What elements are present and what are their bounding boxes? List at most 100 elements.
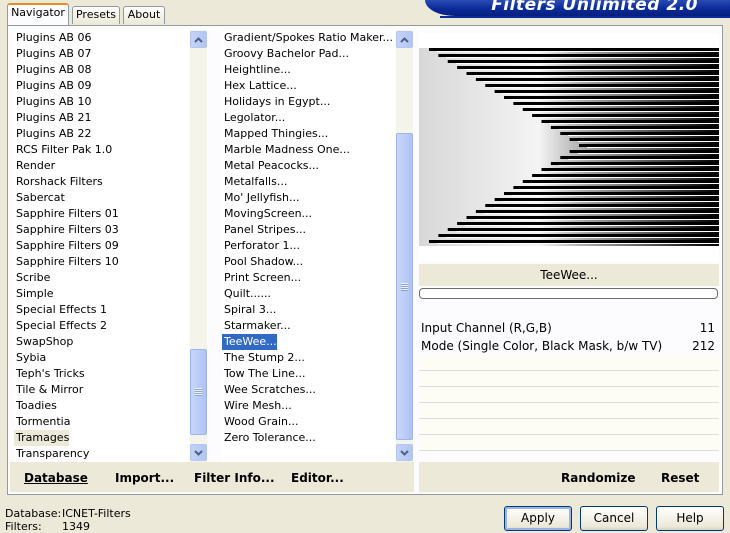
list-item[interactable]: RCS Filter Pak 1.0 <box>14 142 112 158</box>
list-item[interactable]: Tormentia <box>14 414 70 430</box>
list-item[interactable]: Spiral 3... <box>222 302 276 318</box>
list-item[interactable]: Perforator 1... <box>222 238 300 254</box>
list-item[interactable]: Groovy Bachelor Pad... <box>222 46 349 62</box>
list-item[interactable]: TeeWee... <box>222 334 277 350</box>
scroll-up-button[interactable] <box>190 31 207 48</box>
param-name: Input Channel (R,G,B) <box>421 321 552 335</box>
param-value: 11 <box>699 321 715 335</box>
scroll-thumb[interactable] <box>190 349 207 435</box>
category-scrollbar[interactable] <box>190 30 207 462</box>
status-database: Database: ICNET-Filters <box>5 507 131 520</box>
param-row-empty[interactable] <box>419 372 719 387</box>
list-item[interactable]: Plugins AB 07 <box>14 46 91 62</box>
list-item[interactable]: Gradient/Spokes Ratio Maker... <box>222 30 393 46</box>
list-item[interactable]: Mo' Jellyfish... <box>222 190 300 206</box>
tab-navigator[interactable]: Navigator <box>7 3 69 25</box>
selected-filter-name: TeeWee... <box>419 264 719 286</box>
filter-list[interactable]: Gradient/Spokes Ratio Maker... Groovy Bac… <box>222 30 395 462</box>
list-item[interactable]: Starmaker... <box>222 318 291 334</box>
list-item[interactable]: Tile & Mirror <box>14 382 83 398</box>
param-row-empty[interactable] <box>419 436 719 451</box>
list-item[interactable]: Tow The Line... <box>222 366 305 382</box>
randomize-button[interactable]: Randomize <box>561 470 635 486</box>
list-item[interactable]: Simple <box>14 286 54 302</box>
grip-icon <box>401 282 408 291</box>
list-item[interactable]: Holidays in Egypt... <box>222 94 330 110</box>
param-row[interactable]: Input Channel (R,G,B) 11 <box>419 319 719 337</box>
list-item[interactable]: Plugins AB 22 <box>14 126 91 142</box>
chevron-down-icon <box>194 449 203 456</box>
app-title-banner: Filters Unlimited 2.0 <box>425 0 730 16</box>
banner-underline <box>440 16 730 18</box>
list-item[interactable]: Wood Grain... <box>222 414 298 430</box>
list-item[interactable]: Teph's Tricks <box>14 366 85 382</box>
app-title: Filters Unlimited 2.0 <box>491 0 698 15</box>
status-filters: Filters: 1349 <box>5 520 90 533</box>
tab-about[interactable]: About <box>123 6 165 24</box>
status-database-value: ICNET-Filters <box>62 507 131 520</box>
scroll-thumb[interactable] <box>396 133 413 440</box>
reset-button[interactable]: Reset <box>661 470 699 486</box>
list-item[interactable]: Marble Madness One... <box>222 142 350 158</box>
list-item[interactable]: Plugins AB 10 <box>14 94 91 110</box>
param-row[interactable]: Mode (Single Color, Black Mask, b/w TV) … <box>419 337 719 355</box>
chevron-up-icon <box>194 36 203 43</box>
filter-scrollbar[interactable] <box>396 30 413 462</box>
list-item[interactable]: Mapped Thingies... <box>222 126 328 142</box>
import-button[interactable]: Import... <box>115 470 174 486</box>
list-item[interactable]: Special Effects 2 <box>14 318 107 334</box>
scroll-down-button[interactable] <box>190 444 207 461</box>
help-button[interactable]: Help <box>656 506 724 531</box>
list-item[interactable]: Sapphire Filters 01 <box>14 206 119 222</box>
cancel-button[interactable]: Cancel <box>580 506 648 531</box>
list-item[interactable]: Metal Peacocks... <box>222 158 319 174</box>
param-row-empty[interactable] <box>419 388 719 403</box>
filter-info-button[interactable]: Filter Info... <box>194 470 275 486</box>
list-item[interactable]: Quilt...... <box>222 286 271 302</box>
list-item[interactable]: Plugins AB 09 <box>14 78 91 94</box>
list-item[interactable]: Zero Tolerance... <box>222 430 316 446</box>
scroll-down-button[interactable] <box>396 444 413 461</box>
list-item[interactable]: Metalfalls... <box>222 174 287 190</box>
list-item[interactable]: Transparency <box>14 446 89 462</box>
list-item[interactable]: Plugins AB 08 <box>14 62 91 78</box>
list-item[interactable]: Wee Scratches... <box>222 382 316 398</box>
list-item[interactable]: Heightline... <box>222 62 291 78</box>
list-item[interactable]: Hex Lattice... <box>222 78 297 94</box>
list-item[interactable]: Panel Stripes... <box>222 222 306 238</box>
param-row-empty[interactable] <box>419 420 719 435</box>
tab-presets-label: Presets <box>75 8 117 21</box>
scroll-up-button[interactable] <box>396 31 413 48</box>
status-database-label: Database: <box>5 507 62 520</box>
list-item[interactable]: The Stump 2... <box>222 350 305 366</box>
list-item[interactable]: Sybia <box>14 350 46 366</box>
list-item[interactable]: SwapShop <box>14 334 73 350</box>
list-item[interactable]: Toadies <box>14 398 57 414</box>
param-row-empty[interactable] <box>419 356 719 371</box>
list-item[interactable]: Plugins AB 21 <box>14 110 91 126</box>
tab-presets[interactable]: Presets <box>72 6 120 24</box>
list-item[interactable]: Plugins AB 06 <box>14 30 91 46</box>
list-item[interactable]: Sapphire Filters 09 <box>14 238 119 254</box>
list-item[interactable]: Pool Shadow... <box>222 254 303 270</box>
category-list[interactable]: Plugins AB 06 Plugins AB 07 Plugins AB 08 P… <box>14 30 189 462</box>
list-item[interactable]: Wire Mesh... <box>222 398 292 414</box>
param-row-empty[interactable] <box>419 404 719 419</box>
database-button[interactable]: Database <box>24 470 88 486</box>
list-item[interactable]: Print Screen... <box>222 270 301 286</box>
list-item[interactable]: Sapphire Filters 03 <box>14 222 119 238</box>
list-item[interactable]: Sapphire Filters 10 <box>14 254 119 270</box>
editor-button[interactable]: Editor... <box>291 470 344 486</box>
list-item[interactable]: Render <box>14 158 55 174</box>
list-item[interactable]: MovingScreen... <box>222 206 312 222</box>
list-item[interactable]: Rorshack Filters <box>14 174 103 190</box>
apply-button[interactable]: Apply <box>504 506 572 531</box>
filter-preview <box>419 33 719 261</box>
list-item[interactable]: Legolator... <box>222 110 285 126</box>
param-value: 212 <box>692 339 715 353</box>
list-item[interactable]: Scribe <box>14 270 50 286</box>
tab-navigator-label: Navigator <box>11 6 65 19</box>
list-item[interactable]: Special Effects 1 <box>14 302 107 318</box>
list-item[interactable]: Sabercat <box>14 190 65 206</box>
list-item[interactable]: Tramages <box>14 430 70 446</box>
